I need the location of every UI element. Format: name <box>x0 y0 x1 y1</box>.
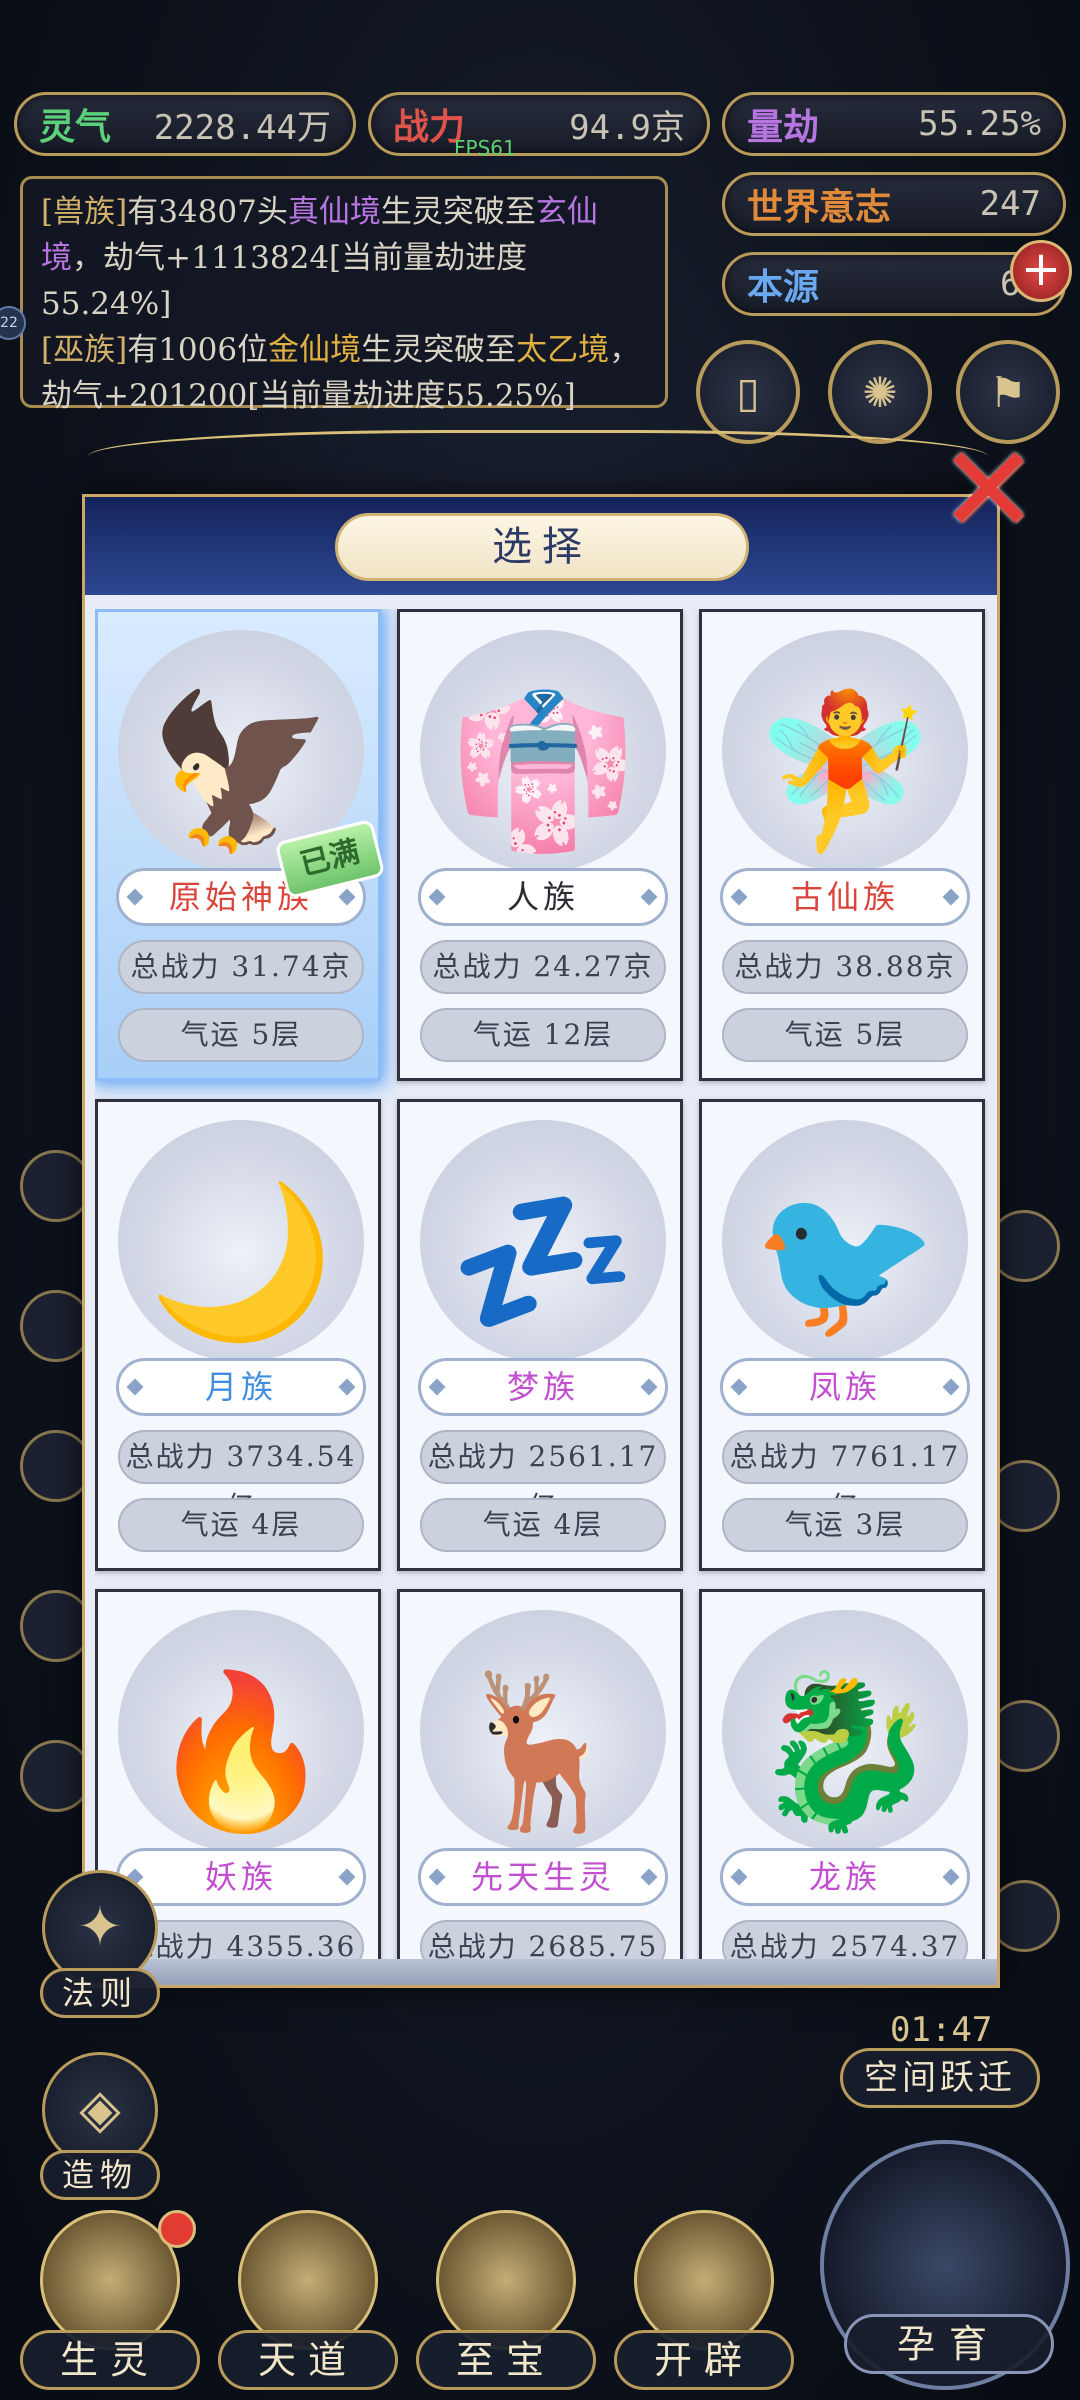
race-card[interactable]: 💤 梦族总战力 2561.17亿气运 4层 <box>397 1099 683 1571</box>
world-will-label: 世界意志 <box>747 186 892 228</box>
race-card[interactable]: 🦅 原始神族 总战力 31.74京 气运 5层 已满 <box>95 609 386 1081</box>
lingqi-label: 灵气 <box>39 106 112 148</box>
nav-treasure-label: 至宝 <box>416 2330 596 2390</box>
race-luck: 气运 4层 <box>118 1498 364 1552</box>
race-name: 人族 <box>418 868 668 926</box>
race-card[interactable]: 🐉 龙族总战力 2574.37亿 <box>699 1589 985 1959</box>
race-portrait: 🌙 <box>118 1120 364 1362</box>
flag-icon: ⚑ <box>989 367 1027 417</box>
calamity-label: 量劫 <box>747 106 820 148</box>
log-entry: [兽族]有34807头真仙境生灵突破至玄仙境，劫气+1113824[当前量劫进度… <box>41 194 598 322</box>
race-card[interactable]: 🌙 月族总战力 3734.54亿气运 4层 <box>95 1099 381 1571</box>
phoenix-icon: 🐦 <box>751 1175 939 1349</box>
law-button[interactable]: ✦ 法则 <box>40 1870 160 2018</box>
moon-lady-icon: 🌙 <box>147 1175 335 1349</box>
race-name: 梦族 <box>418 1358 668 1416</box>
race-portrait: 💤 <box>420 1120 666 1362</box>
nav-heaven[interactable]: 天道 <box>218 2200 398 2400</box>
race-portrait: 🐦 <box>722 1120 968 1362</box>
nurture-label: 孕育 <box>844 2314 1054 2374</box>
race-portrait: 🐉 <box>722 1610 968 1852</box>
race-name: 古仙族 <box>720 868 970 926</box>
origin-label: 本源 <box>747 266 820 308</box>
race-portrait: 🦌 <box>420 1610 666 1852</box>
calamity-stat[interactable]: 量劫 55.25% <box>722 92 1066 156</box>
human-woman-icon: 👘 <box>449 685 637 859</box>
modal-footer <box>85 1959 997 1985</box>
modal-title: 选择 <box>335 513 749 581</box>
modal-header: 选择 <box>85 497 997 595</box>
combat-power-stat[interactable]: 战力 94.9京 <box>368 92 710 156</box>
race-grid[interactable]: 🦅 原始神族 总战力 31.74京 气运 5层 已满 👘 人族总战力 24.27京 气运 12… <box>95 609 991 1959</box>
law-label: 法则 <box>40 1968 160 2018</box>
race-total-power: 总战力 24.27京 <box>420 940 666 994</box>
race-portrait: 🧚 <box>722 630 968 872</box>
race-card[interactable]: 🐦 凤族总战力 7761.17亿气运 3层 <box>699 1099 985 1571</box>
treasure-icon <box>436 2210 576 2350</box>
race-card[interactable]: 👘 人族总战力 24.27京 气运 12层 <box>397 609 683 1081</box>
race-luck: 气运 4层 <box>420 1498 666 1552</box>
log-entry: [巫族]有1006位金仙境生灵突破至太乙境，劫气+201200[当前量劫进度55… <box>41 332 641 414</box>
flame-icon <box>634 2210 774 2350</box>
race-name: 凤族 <box>720 1358 970 1416</box>
race-total-power: 总战力 38.88京 <box>722 940 968 994</box>
race-total-power: 总战力 2561.17亿 <box>420 1430 666 1523</box>
race-name: 龙族 <box>720 1848 970 1906</box>
nav-creatures-label: 生灵 <box>20 2330 200 2390</box>
fps-counter: FPS61 <box>454 136 516 160</box>
nav-open[interactable]: 开辟 <box>614 2200 794 2400</box>
immortal-woman-icon: 🧚 <box>751 685 939 859</box>
event-log: [兽族]有34807头真仙境生灵突破至玄仙境，劫气+1113824[当前量劫进度… <box>20 176 668 414</box>
close-icon[interactable]: ✕ <box>938 431 1039 551</box>
race-name: 先天生灵 <box>418 1848 668 1906</box>
race-total-power: 总战力 2574.37亿 <box>722 1920 968 1959</box>
nav-open-label: 开辟 <box>614 2330 794 2390</box>
nav-creatures[interactable]: 生灵 <box>20 2200 200 2400</box>
race-total-power: 总战力 7761.17亿 <box>722 1430 968 1523</box>
dream-lady-icon: 💤 <box>449 1175 637 1349</box>
race-card[interactable]: 🧚 古仙族总战力 38.88京 气运 5层 <box>699 609 985 1081</box>
race-total-power: 总战力 3734.54亿 <box>118 1430 364 1523</box>
lingqi-stat[interactable]: 灵气 2228.44万 <box>14 92 356 156</box>
race-total-power: 总战力 2685.75亿 <box>420 1920 666 1959</box>
creation-label: 造物 <box>40 2150 160 2200</box>
swirl-button[interactable]: ✺ <box>828 340 932 444</box>
spirit-deer-icon: 🦌 <box>449 1665 637 1839</box>
nav-heaven-label: 天道 <box>218 2330 398 2390</box>
race-total-power: 总战力 31.74京 <box>118 940 364 994</box>
calamity-value: 55.25% <box>918 104 1041 144</box>
modal-ornament <box>88 430 988 496</box>
book-icon: ▯ <box>736 367 760 417</box>
race-select-modal: 选择 🦅 原始神族 总战力 31.74京 气运 5层 已满 👘 人族 总战力 24.27京 气运… <box>82 494 1000 1988</box>
nav-treasure[interactable]: 至宝 <box>416 2200 596 2400</box>
space-jump-button[interactable]: 空间跃迁 <box>840 2048 1040 2108</box>
add-origin-button[interactable]: + <box>1010 240 1072 302</box>
race-luck: 气运 5层 <box>118 1008 364 1062</box>
world-will-value: 247 <box>979 184 1041 224</box>
fire-bird-icon: 🔥 <box>147 1665 335 1839</box>
race-card[interactable]: 🦌 先天生灵总战力 2685.75亿 <box>397 1589 683 1959</box>
race-portrait: 👘 <box>420 630 666 872</box>
nurture-button[interactable]: 孕育 <box>820 2140 1070 2390</box>
lingqi-value: 2228.44万 <box>153 107 331 148</box>
creation-button[interactable]: ◈ 造物 <box>40 2052 160 2200</box>
race-portrait: 🔥 <box>118 1610 364 1852</box>
countdown-timer: 01:47 <box>890 2010 993 2050</box>
race-luck: 气运 5层 <box>722 1008 968 1062</box>
dragon-icon: 🐉 <box>751 1665 939 1839</box>
world-will-stat[interactable]: 世界意志 247 <box>722 172 1066 236</box>
race-luck: 气运 12层 <box>420 1008 666 1062</box>
swirl-icon: ✺ <box>862 367 898 417</box>
swirl-icon <box>238 2210 378 2350</box>
book-button[interactable]: ▯ <box>696 340 800 444</box>
race-name: 月族 <box>116 1358 366 1416</box>
notification-dot <box>158 2210 196 2248</box>
combat-power-value: 94.9京 <box>569 107 685 148</box>
race-luck: 气运 3层 <box>722 1498 968 1552</box>
